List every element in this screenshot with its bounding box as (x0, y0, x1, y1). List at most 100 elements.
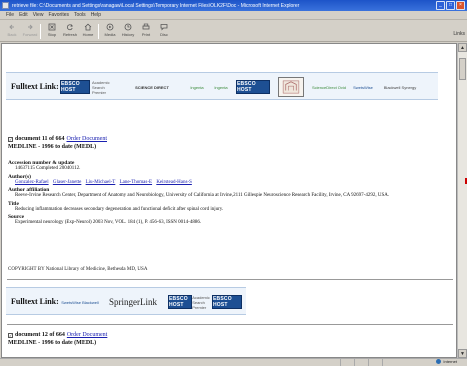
database-name: MEDLINE - 1996 to date (MEDL) (8, 144, 97, 150)
ebsco-host-logo-link[interactable]: EBSCO HOST (236, 80, 270, 94)
title-bar: retrieve file: C:\Documents and Settings… (0, 0, 467, 11)
back-arrow-icon (9, 24, 14, 30)
status-bar (0, 358, 467, 366)
ingenta-logo-link-2[interactable]: Ingenta (210, 80, 232, 94)
security-zone: Internet (436, 359, 457, 364)
refresh-button[interactable]: Refresh (62, 23, 78, 40)
status-segment (340, 359, 354, 366)
refresh-icon (66, 24, 74, 31)
status-segment (382, 359, 396, 366)
print-icon (142, 23, 150, 30)
maximize-button[interactable]: □ (446, 1, 455, 10)
menu-view[interactable]: View (33, 12, 44, 18)
media-label: Media (104, 32, 116, 37)
home-label: Home (82, 32, 94, 37)
page-viewport: Fulltext Link: EBSCO HOST Academic Searc… (1, 43, 457, 358)
ebsco-logo-link-2[interactable]: EBSCO HOST (168, 295, 192, 309)
menu-bar: File Edit View Favorites Tools Help (0, 11, 467, 20)
media-icon (106, 23, 114, 31)
menu-favorites[interactable]: Favorites (48, 12, 69, 18)
close-button[interactable]: × (456, 1, 465, 10)
discuss-icon (160, 24, 168, 31)
ie-icon (2, 2, 9, 9)
academic-search-link-2[interactable]: Academic Search Premier (192, 295, 210, 310)
scroll-down-icon[interactable]: ▼ (458, 349, 467, 358)
home-icon (84, 23, 92, 31)
ovid-text-link[interactable]: ScienceDirect Ovid (312, 80, 346, 94)
field-value-affiliation: Reeve-Irvine Research Center, Department… (15, 193, 390, 198)
forward-label: Forward (22, 32, 38, 37)
toolbar-separator (40, 24, 41, 39)
toolbar: Back Forward Stop Refresh Home Media His… (0, 20, 467, 42)
stop-icon (48, 23, 56, 31)
status-segment (368, 359, 382, 366)
discuss-button[interactable]: Disc (156, 23, 172, 40)
internet-zone-icon (436, 359, 442, 364)
media-button[interactable]: Media (102, 23, 118, 40)
back-label: Back (7, 32, 17, 37)
forward-arrow-icon (28, 24, 33, 30)
author-link[interactable]: Keirstead-Hans-S (156, 180, 192, 185)
author-link[interactable]: Liu-Michael-T (86, 180, 116, 185)
history-label: History (121, 32, 135, 37)
document-count: document 11 of 664 (15, 136, 65, 142)
document-header: ✓ document 11 of 664 Order Document (8, 136, 107, 142)
refresh-label: Refresh (62, 32, 77, 37)
ebsco-logo-link[interactable]: EBSCO HOST (60, 80, 90, 94)
history-button[interactable]: History (120, 23, 136, 40)
author-link[interactable]: Lane-Thomas-E (120, 180, 153, 185)
menu-file[interactable]: File (6, 12, 14, 18)
fulltext-label: Fulltext Link: (11, 82, 59, 91)
vertical-scrollbar[interactable]: ▲ ▼ (457, 43, 467, 358)
stop-label: Stop (47, 32, 57, 37)
scroll-up-icon[interactable]: ▲ (458, 43, 467, 52)
springerlink-logo-link[interactable]: SpringerLink (102, 295, 164, 309)
menu-tools[interactable]: Tools (74, 12, 86, 18)
field-value-source: Experimental neurology (Exp-Neurol) 2003… (15, 220, 202, 225)
document-count-2: document 12 of 664 (15, 332, 65, 338)
author-link[interactable]: Glaser-Janette (53, 180, 82, 185)
document-header-2: ✓ document 12 of 664 Order Document (8, 332, 107, 338)
history-icon (124, 23, 132, 31)
home-button[interactable]: Home (80, 23, 96, 40)
order-document-link-2[interactable]: Order Document (67, 332, 108, 338)
scroll-thumb[interactable] (459, 58, 466, 80)
sciencedirect-logo-link[interactable]: SCIENCE DIRECT (120, 80, 184, 94)
ebsco-host-logo-link-2[interactable]: EBSCO HOST (212, 295, 242, 309)
order-document-link[interactable]: Order Document (67, 136, 108, 142)
separator-line-2 (7, 324, 453, 325)
window-title: retrieve file: C:\Documents and Settings… (12, 2, 300, 9)
separator-line (7, 279, 453, 280)
links-button[interactable]: Links (453, 31, 465, 37)
author-list: Gonzalez-Rafael Glaser-Janette Liu-Micha… (15, 180, 448, 187)
fulltext-links-bar: Fulltext Link: EBSCO HOST Academic Searc… (6, 72, 438, 100)
academic-search-link[interactable]: Academic Search Premier (92, 80, 112, 95)
field-value-accession: 14637115 Completed 20040112. (15, 166, 81, 171)
print-label: Print (141, 32, 151, 37)
swetswise-logo-link[interactable]: SwetsWise (348, 80, 378, 94)
author-link[interactable]: Gonzalez-Rafael (15, 180, 49, 185)
fulltext-links-bar-2: Fulltext Link: SwetsWise Blackwell Sprin… (6, 287, 246, 315)
menu-edit[interactable]: Edit (19, 12, 28, 18)
fulltext-label-2: Fulltext Link: (11, 297, 59, 306)
ovid-logo-link[interactable] (278, 77, 304, 97)
discuss-label: Disc (160, 32, 168, 37)
menu-help[interactable]: Help (91, 12, 101, 18)
swetswise-blackwell-link[interactable]: SwetsWise Blackwell (60, 295, 100, 309)
select-document-checkbox-2[interactable]: ✓ (8, 332, 13, 338)
forward-button[interactable]: Forward (22, 23, 38, 40)
print-button[interactable]: Print (138, 23, 154, 40)
record-details: MEDLINE - 1996 to date (MEDL) Accession … (8, 144, 448, 227)
back-button[interactable]: Back (4, 23, 20, 40)
stop-button[interactable]: Stop (44, 23, 60, 40)
status-segment (354, 359, 368, 366)
field-value-title: Reducing inflammation decreases secondar… (15, 206, 224, 212)
copyright-text: COPYRIGHT BY National Library of Medicin… (8, 267, 148, 272)
database-name-2: MEDLINE - 1996 to date (MEDL) (8, 340, 97, 346)
blackwell-logo-link[interactable]: Blackwell Synergy (380, 80, 420, 94)
ingenta-logo-link[interactable]: Ingenta (186, 80, 208, 94)
zone-label: Internet (443, 359, 457, 364)
minimize-button[interactable]: _ (436, 1, 445, 10)
select-document-checkbox[interactable]: ✓ (8, 136, 13, 142)
window-controls: _ □ × (436, 1, 465, 10)
